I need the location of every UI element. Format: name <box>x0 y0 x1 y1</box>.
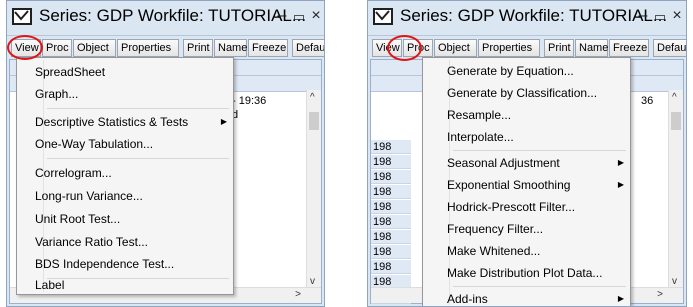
menu-item-make-distribution-plot-data[interactable]: Make Distribution Plot Data... <box>423 262 630 284</box>
menu-item-resample[interactable]: Resample... <box>423 104 630 126</box>
menu-item-descriptive-statistics[interactable]: Descriptive Statistics & Tests ▶ <box>17 111 233 133</box>
scroll-down-icon[interactable]: v <box>310 276 315 287</box>
series-chart-icon <box>12 8 32 25</box>
restore-icon[interactable]: ▭ <box>653 9 667 25</box>
row-label: 198 <box>371 245 411 259</box>
toolbar-properties-button[interactable]: Properties <box>478 39 540 57</box>
restore-icon[interactable]: ▭ <box>292 9 306 25</box>
series-chart-icon <box>373 8 393 25</box>
toolbar-object-button[interactable]: Object <box>434 39 477 57</box>
row-label: 198 <box>371 230 411 244</box>
menu-item-seasonal-adjustment[interactable]: Seasonal Adjustment ▶ <box>423 152 630 174</box>
toolbar-view-button[interactable]: View <box>11 39 41 57</box>
menu-item-hodrick-prescott-filter[interactable]: Hodrick-Prescott Filter... <box>423 196 630 218</box>
vertical-scrollbar[interactable]: ^ v <box>306 90 321 287</box>
menu-item-one-way-tabulation[interactable]: One-Way Tabulation... <box>17 133 233 155</box>
toolbar-freeze-button[interactable]: Freeze <box>609 39 649 57</box>
scroll-right-icon[interactable]: > <box>295 289 301 300</box>
scroll-thumb[interactable] <box>309 112 319 130</box>
proc-menu: Generate by Equation... Generate by Clas… <box>422 57 631 306</box>
submenu-arrow-icon: ▶ <box>617 180 624 189</box>
menu-item-generate-by-equation[interactable]: Generate by Equation... <box>423 60 630 82</box>
menu-item-bds-independence-test[interactable]: BDS Independence Test... <box>17 253 233 275</box>
right-title-bar[interactable]: Series: GDP Workfile: TUTORIAL... – ▭ × <box>368 1 686 35</box>
scroll-up-icon[interactable]: ^ <box>310 92 315 103</box>
submenu-arrow-icon: ▶ <box>220 117 227 126</box>
toolbar-default-button[interactable]: Defau <box>653 39 686 57</box>
view-menu: SpreadSheet Graph... Descriptive Statist… <box>16 57 234 295</box>
window-title: Series: GDP Workfile: TUTORIAL... <box>400 6 668 25</box>
menu-item-spreadsheet[interactable]: SpreadSheet <box>17 61 233 83</box>
toolbar-object-button[interactable]: Object <box>73 39 116 57</box>
toolbar-view-button[interactable]: View <box>372 39 402 57</box>
submenu-arrow-icon: ▶ <box>617 158 624 167</box>
toolbar-proc-button[interactable]: Proc <box>42 39 72 57</box>
right-toolbar: View Proc Object Properties Print Name F… <box>368 35 686 58</box>
minimize-icon[interactable]: – <box>275 7 289 25</box>
menu-item-correlogram[interactable]: Correlogram... <box>17 162 233 184</box>
left-series-window: Series: GDP Workfile: TUTORIAL... – ▭ × … <box>6 0 325 307</box>
menu-item-frequency-filter[interactable]: Frequency Filter... <box>423 218 630 240</box>
menu-separator <box>47 108 229 109</box>
menu-item-variance-ratio-test[interactable]: Variance Ratio Test... <box>17 231 233 253</box>
toolbar-print-button[interactable]: Print <box>544 39 574 57</box>
scroll-down-icon[interactable]: v <box>672 276 677 287</box>
menu-item-exponential-smoothing[interactable]: Exponential Smoothing ▶ <box>423 174 630 196</box>
menu-item-make-whitened[interactable]: Make Whitened... <box>423 240 630 262</box>
toolbar-properties-button[interactable]: Properties <box>117 39 179 57</box>
menu-item-graph[interactable]: Graph... <box>17 83 233 105</box>
row-label: 198 <box>371 155 411 169</box>
menu-item-generate-by-classification[interactable]: Generate by Classification... <box>423 82 630 104</box>
window-title: Series: GDP Workfile: TUTORIAL... <box>39 6 307 25</box>
row-label: 198 <box>371 200 411 214</box>
toolbar-freeze-button[interactable]: Freeze <box>248 39 288 57</box>
menu-item-long-run-variance[interactable]: Long-run Variance... <box>17 185 233 207</box>
scroll-up-icon[interactable]: ^ <box>672 92 677 103</box>
left-toolbar: View Proc Object Properties Print Name F… <box>7 35 324 58</box>
minimize-icon[interactable]: – <box>636 7 650 25</box>
row-label: 198 <box>371 260 411 274</box>
menu-item-interpolate[interactable]: Interpolate... <box>423 126 630 148</box>
close-icon[interactable]: × <box>309 7 323 25</box>
left-title-bar[interactable]: Series: GDP Workfile: TUTORIAL... – ▭ × <box>7 1 324 35</box>
time-text: - 19:36 <box>232 95 267 107</box>
toolbar-name-button[interactable]: Name <box>214 39 247 57</box>
row-label: 198 <box>371 215 411 229</box>
close-icon[interactable]: × <box>670 7 684 25</box>
vertical-scrollbar[interactable]: ^ v <box>668 90 683 287</box>
submenu-arrow-icon: ▶ <box>617 294 624 303</box>
toolbar-print-button[interactable]: Print <box>183 39 213 57</box>
toolbar-proc-button[interactable]: Proc <box>403 39 433 57</box>
time-text: 36 <box>641 95 654 107</box>
menu-separator <box>453 150 626 151</box>
row-label: 198 <box>371 170 411 184</box>
toolbar-name-button[interactable]: Name <box>575 39 608 57</box>
row-label: 198 <box>371 185 411 199</box>
menu-item-label[interactable]: Label <box>17 274 233 296</box>
menu-item-add-ins[interactable]: Add-ins ▶ <box>423 288 630 306</box>
menu-separator <box>47 158 229 159</box>
scroll-thumb[interactable] <box>671 112 681 130</box>
menu-item-unit-root-test[interactable]: Unit Root Test... <box>17 208 233 230</box>
scroll-right-icon[interactable]: > <box>657 289 663 300</box>
row-label: 198 <box>371 140 411 154</box>
menu-separator <box>453 286 626 287</box>
toolbar-default-button[interactable]: Defau <box>292 39 324 57</box>
right-series-window: Series: GDP Workfile: TUTORIAL... – ▭ × … <box>367 0 687 307</box>
